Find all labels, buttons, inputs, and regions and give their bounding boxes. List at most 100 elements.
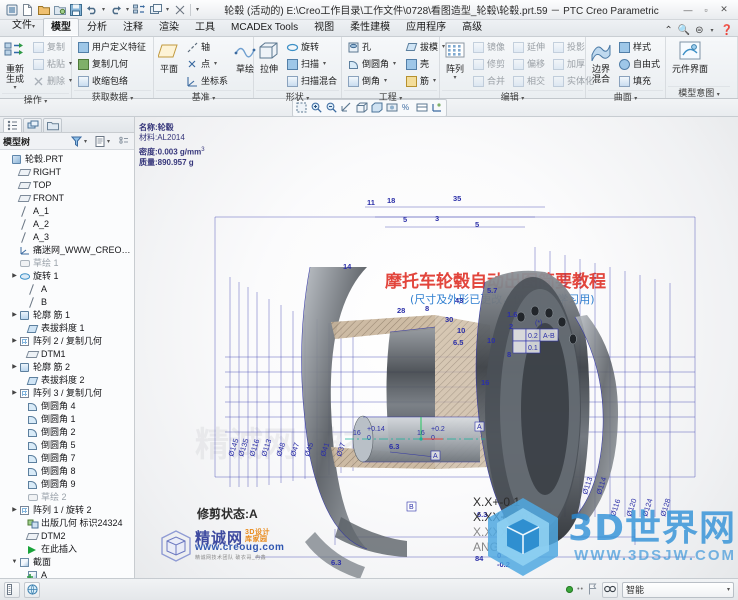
regenerate-quick-icon[interactable]	[132, 2, 147, 17]
tab-applications[interactable]: 应用程序	[398, 18, 454, 36]
settings-icon[interactable]: ▾	[93, 134, 114, 149]
tree-node[interactable]: 草绘 2	[2, 491, 134, 504]
tree-node[interactable]: ▶ 轮廓 筋 2	[2, 361, 134, 374]
tree-node[interactable]: 在此插入	[2, 543, 134, 556]
freestyle-button[interactable]: 自由式	[615, 56, 663, 73]
tree-node[interactable]: B	[2, 296, 134, 309]
sweep-button[interactable]: 扫描 ▾	[283, 56, 340, 73]
regenerate-button[interactable]: 重新生成 ▾	[2, 39, 28, 93]
delete-button[interactable]: 删除 ▾	[29, 73, 77, 90]
tab-render[interactable]: 渲染	[151, 18, 187, 36]
tree-node[interactable]: 表拔斜度 2	[2, 374, 134, 387]
hole-button[interactable]: 孔	[344, 39, 401, 56]
round-button[interactable]: 倒圆角 ▾	[344, 56, 401, 73]
copy-button[interactable]: 复制	[29, 39, 77, 56]
pattern-caret-icon[interactable]: ▾	[452, 74, 459, 81]
group-title-editing[interactable]: 编辑 ▾	[442, 90, 583, 102]
tab-view[interactable]: 视图	[306, 18, 342, 36]
tree-node[interactable]: FRONT	[2, 192, 134, 205]
tree-node[interactable]: 倒圆角 5	[2, 439, 134, 452]
tree-node[interactable]: DTM1	[2, 348, 134, 361]
tree-expander-icon[interactable]: ▼	[10, 556, 19, 569]
tab-annotate[interactable]: 注释	[115, 18, 151, 36]
tree-node[interactable]: 倒圆角 9	[2, 478, 134, 491]
tree-node[interactable]: A_1	[2, 205, 134, 218]
refit-icon[interactable]	[340, 101, 354, 115]
chamfer-caret-icon[interactable]: ▾	[382, 76, 389, 87]
pattern-button[interactable]: 阵列 ▾	[442, 39, 468, 83]
tree-node[interactable]: 倒圆角 7	[2, 452, 134, 465]
qat-overflow-caret-icon[interactable]: ▾	[194, 6, 201, 13]
graphics-canvas[interactable]: 精诚网 破衣哥/冉鑫 名称:轮毂 材料:AL2014 密度:0.003 g/mm…	[135, 117, 738, 578]
intersect-button[interactable]: 相交	[509, 73, 548, 90]
mirror-button[interactable]: 镜像	[469, 39, 508, 56]
regenerate-caret-icon[interactable]: ▾	[12, 84, 19, 91]
tree-node[interactable]: ▼ 截面	[2, 556, 134, 569]
merge-button[interactable]: 合并	[469, 73, 508, 90]
shrinkwrap-button[interactable]: 收缩包络	[74, 73, 149, 90]
window-switch-caret-icon[interactable]: ▾	[164, 6, 171, 13]
tree-node[interactable]: ▶ 阵列 3 / 复制几何	[2, 387, 134, 400]
fill-button[interactable]: 填充	[615, 73, 663, 90]
swept-blend-button[interactable]: 扫描混合	[283, 73, 340, 90]
tree-expander-icon[interactable]: ▶	[10, 361, 19, 374]
datum-plane-button[interactable]: 平面	[156, 39, 182, 76]
tree-node[interactable]: TOP	[2, 179, 134, 192]
tree-node[interactable]: DTM2	[2, 530, 134, 543]
tab-flexible-modeling[interactable]: 柔性建模	[342, 18, 398, 36]
model-tree[interactable]: 轮毂.PRT RIGHT TOP FRONT A_1 A_2 A_3 痛迷网_WWW_CREO…	[0, 150, 134, 578]
chamfer-button[interactable]: 倒角 ▾	[344, 73, 401, 90]
tree-expander-icon[interactable]: ▶	[10, 309, 19, 322]
component-interface-button[interactable]: 元件界面	[668, 39, 712, 76]
group-title-shapes[interactable]: 形状 ▾	[256, 90, 339, 102]
tree-node[interactable]: ▶ 阵列 1 / 旋转 2	[2, 504, 134, 517]
spin-center-icon[interactable]	[430, 101, 444, 115]
tree-node[interactable]: 草绘 1	[2, 257, 134, 270]
revolve-button[interactable]: 旋转	[283, 39, 340, 56]
model-tree-tab[interactable]	[3, 118, 22, 132]
tree-node[interactable]: A_2	[2, 218, 134, 231]
copy-geometry-button[interactable]: 复制几何	[74, 56, 149, 73]
tree-node[interactable]: 倒圆角 1	[2, 413, 134, 426]
search-icon[interactable]: 🔍	[678, 25, 690, 36]
filter-icon[interactable]: ▾	[69, 134, 91, 149]
open-file-icon[interactable]	[36, 2, 51, 17]
browser-toggle-icon[interactable]	[24, 581, 40, 598]
style-button[interactable]: 样式	[615, 39, 663, 56]
group-title-get-data[interactable]: 获取数据 ▾	[74, 90, 151, 102]
datum-point-caret-icon[interactable]: ▾	[212, 59, 219, 70]
extend-button[interactable]: 延伸	[509, 39, 548, 56]
tree-node[interactable]: 倒圆角 8	[2, 465, 134, 478]
round-caret-icon[interactable]: ▾	[391, 59, 398, 70]
paste-button[interactable]: 粘贴 ▾	[29, 56, 77, 73]
tree-node[interactable]: A	[2, 283, 134, 296]
tree-node[interactable]: RIGHT	[2, 166, 134, 179]
group-title-model-intent[interactable]: 模型意图 ▾	[668, 86, 730, 98]
creo-app-icon[interactable]	[4, 2, 19, 17]
group-title-datum[interactable]: 基准 ▾	[156, 90, 251, 102]
save-icon[interactable]	[68, 2, 83, 17]
datum-point-button[interactable]: 点 ▾	[183, 56, 231, 73]
tree-node[interactable]: ▶ 阵列 2 / 复制几何	[2, 335, 134, 348]
tree-node[interactable]: ▶ 旋转 1	[2, 270, 134, 283]
undo-icon[interactable]	[84, 2, 99, 17]
maximize-button[interactable]: ▫	[700, 5, 712, 15]
help-question-icon[interactable]: ❓	[721, 25, 733, 36]
tree-node[interactable]: A	[2, 569, 134, 578]
set-working-directory-icon[interactable]	[52, 2, 67, 17]
tab-tools[interactable]: 工具	[187, 18, 223, 36]
trim-button[interactable]: 修剪	[469, 56, 508, 73]
tab-advanced[interactable]: 高级	[454, 18, 490, 36]
help-circle-icon[interactable]: ⊜	[695, 25, 703, 36]
collapse-ribbon-icon[interactable]: ⌃	[664, 25, 672, 36]
group-title-surfaces[interactable]: 曲面 ▾	[588, 90, 663, 102]
zoom-in-icon[interactable]	[310, 101, 324, 115]
group-title-operations[interactable]: 操作 ▾	[2, 93, 69, 105]
tree-node[interactable]: 痛迷网_WWW_CREOUG_COM	[2, 244, 134, 257]
rib-caret-icon[interactable]: ▾	[431, 76, 438, 87]
tree-expander-icon[interactable]: ▶	[10, 387, 19, 400]
extrude-button[interactable]: 拉伸	[256, 39, 282, 76]
display-icon[interactable]	[116, 134, 131, 149]
sweep-caret-icon[interactable]: ▾	[321, 59, 328, 70]
tree-node[interactable]: 倒圆角 2	[2, 426, 134, 439]
